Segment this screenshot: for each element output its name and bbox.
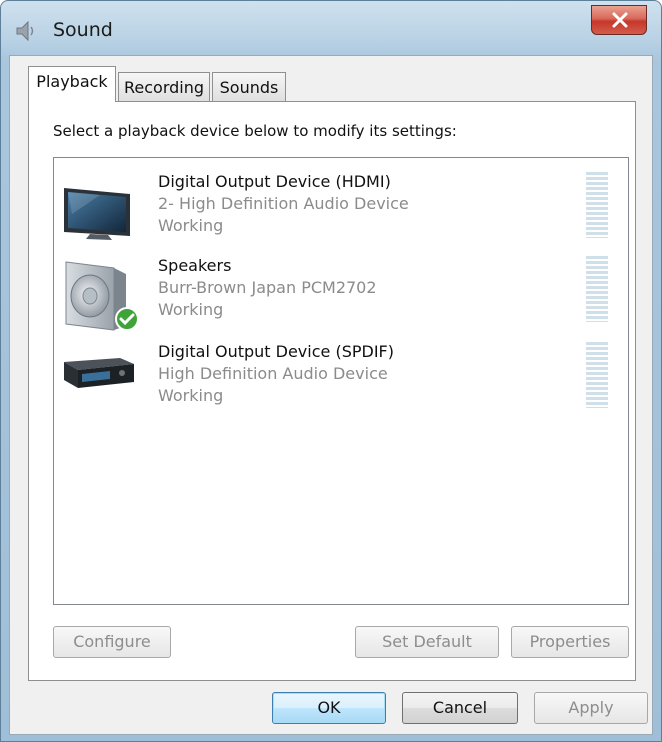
close-button[interactable]	[591, 5, 647, 35]
tab-sounds[interactable]: Sounds	[212, 72, 286, 102]
dialog-client-area: Playback Recording Sounds Select a playb…	[9, 55, 653, 735]
playback-tab-page: Select a playback device below to modify…	[28, 101, 636, 681]
device-list[interactable]: Digital Output Device (HDMI) 2- High Def…	[53, 157, 629, 605]
device-status: Working	[158, 216, 224, 235]
device-name: Speakers	[158, 256, 232, 275]
sound-dialog: Sound Playback Recording Sounds Select a…	[0, 0, 662, 742]
list-item[interactable]: Speakers Burr-Brown Japan PCM2702 Workin…	[54, 254, 628, 340]
device-status: Working	[158, 300, 224, 319]
default-device-check-icon	[114, 306, 140, 336]
device-name: Digital Output Device (SPDIF)	[158, 342, 394, 361]
instruction-text: Select a playback device below to modify…	[53, 122, 457, 140]
device-name: Digital Output Device (HDMI)	[158, 172, 391, 191]
tab-playback[interactable]: Playback	[28, 66, 116, 102]
close-icon	[612, 12, 628, 28]
configure-button[interactable]: Configure	[53, 626, 171, 658]
list-item[interactable]: Digital Output Device (SPDIF) High Defin…	[54, 340, 628, 426]
properties-button[interactable]: Properties	[511, 626, 629, 658]
receiver-icon	[60, 344, 136, 420]
apply-button[interactable]: Apply	[534, 692, 648, 724]
level-meter	[586, 342, 608, 408]
tab-recording[interactable]: Recording	[118, 72, 210, 102]
device-description: High Definition Audio Device	[158, 364, 388, 383]
speaker-icon	[15, 19, 37, 43]
title-bar[interactable]: Sound	[1, 1, 661, 57]
ok-button[interactable]: OK	[272, 692, 386, 724]
monitor-icon	[60, 174, 136, 250]
cancel-button[interactable]: Cancel	[402, 692, 518, 724]
device-description: Burr-Brown Japan PCM2702	[158, 278, 377, 297]
set-default-button[interactable]: Set Default	[355, 626, 499, 658]
device-status: Working	[158, 386, 224, 405]
level-meter	[586, 256, 608, 322]
list-item[interactable]: Digital Output Device (HDMI) 2- High Def…	[54, 170, 628, 256]
device-description: 2- High Definition Audio Device	[158, 194, 409, 213]
level-meter	[586, 172, 608, 238]
window-title: Sound	[53, 19, 113, 41]
